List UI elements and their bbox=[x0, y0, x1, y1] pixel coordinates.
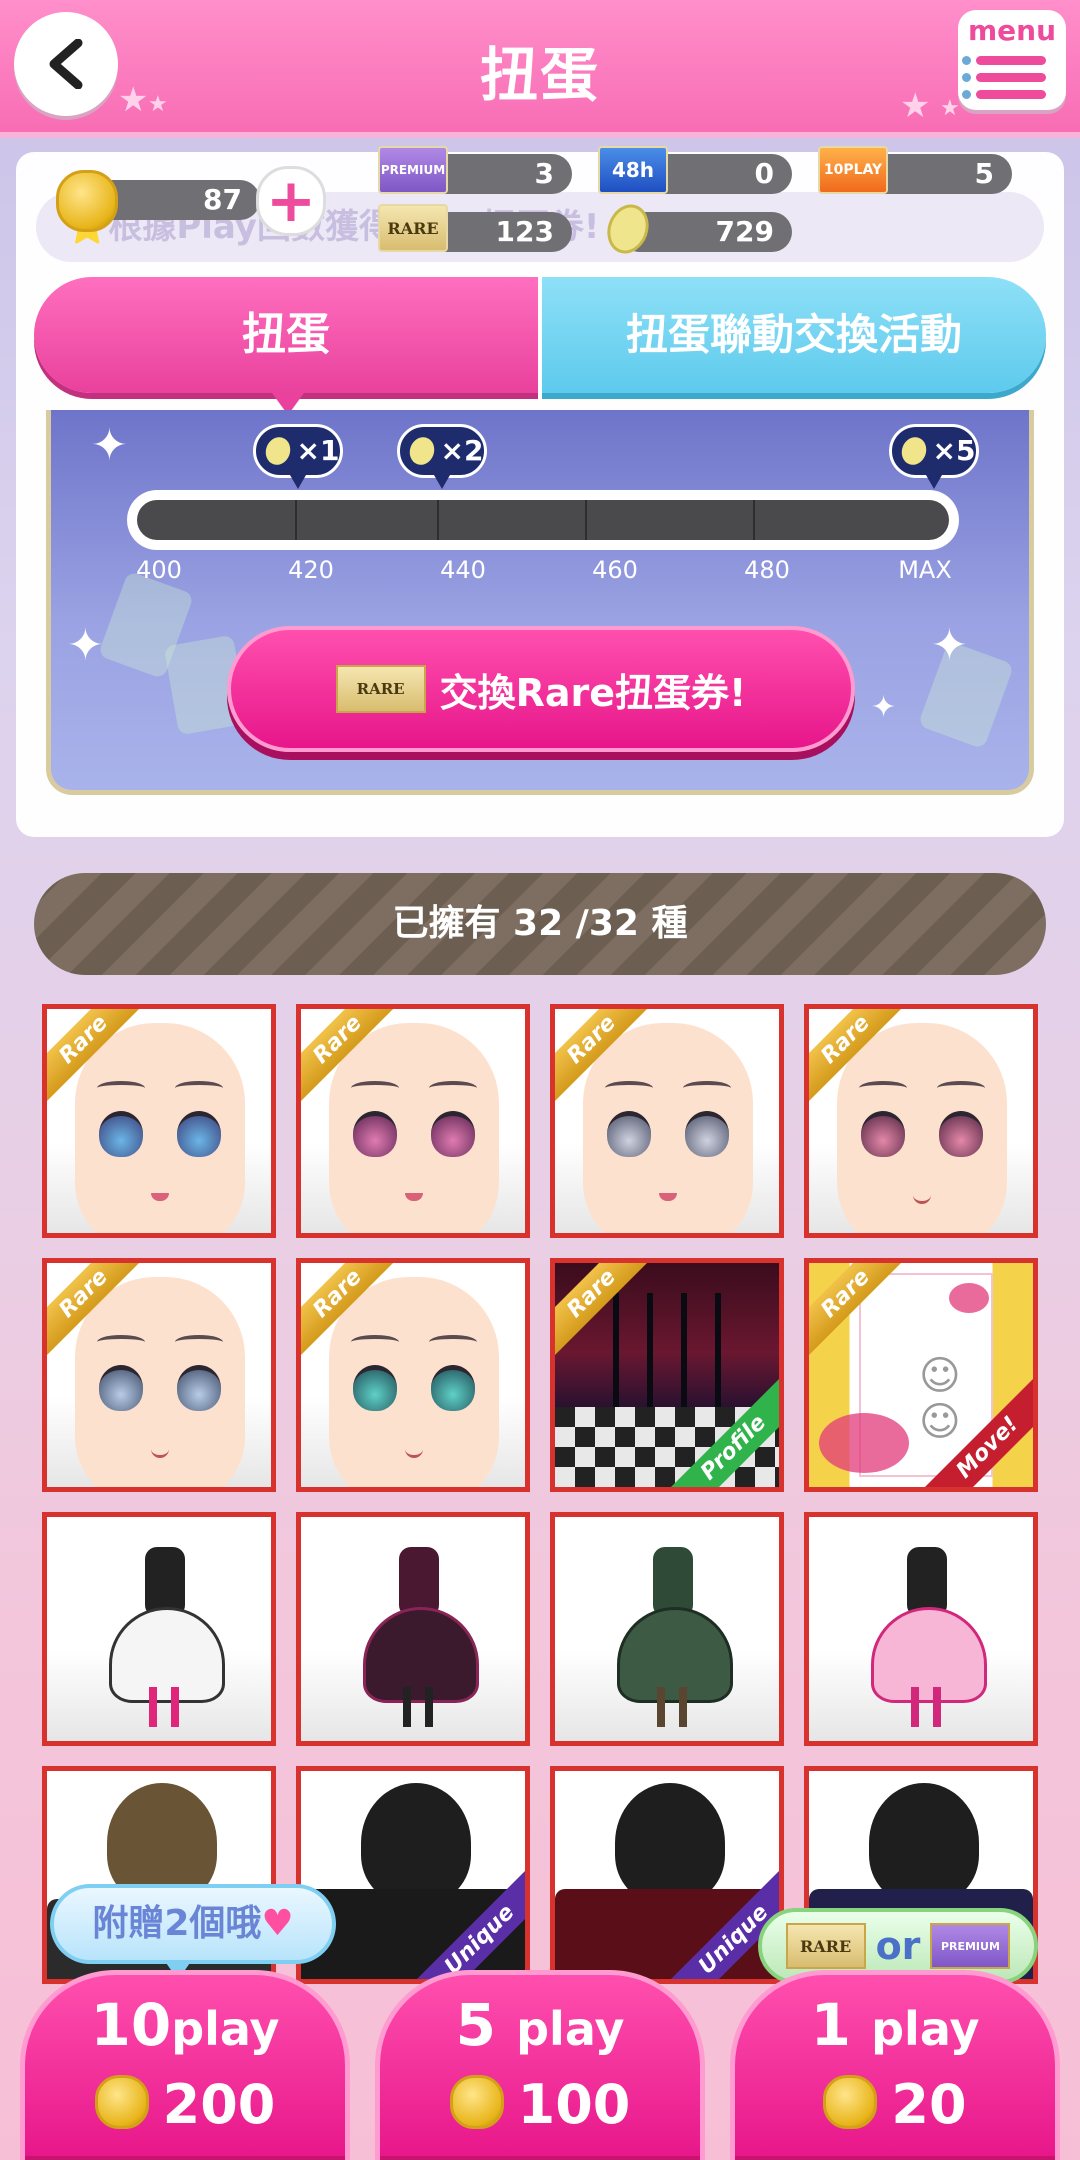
rare-ticket-icon: RARE bbox=[335, 665, 426, 713]
tab-gacha[interactable]: 扭蛋 bbox=[34, 277, 538, 415]
grid-item-outfit[interactable] bbox=[550, 1512, 784, 1746]
tick-label: 400 bbox=[136, 556, 182, 584]
48h-ticket-icon: 48h bbox=[598, 146, 668, 194]
sparkle-icon: ✦ bbox=[931, 620, 968, 671]
grid-item-outfit[interactable] bbox=[296, 1512, 530, 1746]
menu-button[interactable]: menu bbox=[958, 10, 1066, 110]
sparkle-icon: ✦ bbox=[91, 420, 128, 471]
header-bar: ★ ★ ★ ★ 扭蛋 menu bbox=[0, 0, 1080, 138]
play-cost: 200 bbox=[162, 2073, 276, 2136]
page-title: 扭蛋 bbox=[479, 41, 600, 109]
exchange-rare-ticket-button[interactable]: RARE 交換Rare扭蛋券! bbox=[227, 626, 855, 752]
10play-ticket-icon: 10PLAY bbox=[818, 146, 888, 194]
play-count: 1 bbox=[810, 1991, 851, 2059]
play-count: 10 bbox=[90, 1991, 172, 2059]
rare-ticket-icon: RARE bbox=[378, 204, 448, 252]
play-cost: 100 bbox=[517, 2073, 631, 2136]
premium-ticket-icon: PREMIUM bbox=[378, 146, 448, 194]
play-unit: play bbox=[516, 2002, 625, 2056]
grid-item-face[interactable]: Rare bbox=[296, 1004, 530, 1238]
grid-item-face[interactable]: Rare bbox=[42, 1004, 276, 1238]
play-10-button[interactable]: 10play 200 bbox=[20, 1970, 350, 2160]
grid-item-face[interactable]: Rare bbox=[550, 1004, 784, 1238]
coin-icon bbox=[449, 2075, 504, 2129]
play-count: 5 bbox=[455, 1991, 496, 2059]
tick-label: MAX bbox=[898, 556, 952, 584]
play-5-button[interactable]: 5 play 100 bbox=[375, 1970, 705, 2160]
grid-item-outfit[interactable] bbox=[804, 1512, 1038, 1746]
tick-label: 480 bbox=[744, 556, 790, 584]
play-count-progress-bar bbox=[127, 490, 959, 550]
reward-bubble-420: ×1 bbox=[253, 424, 343, 489]
tab-gacha-exchange-event[interactable]: 扭蛋聯動交換活動 bbox=[542, 277, 1046, 393]
tick-label: 420 bbox=[288, 556, 334, 584]
sparkle-icon: ✦ bbox=[871, 690, 897, 725]
premium-ticket-icon: PREMIUM bbox=[930, 1923, 1011, 1969]
hamburger-icon bbox=[962, 56, 1046, 107]
exchange-button-label: 交換Rare扭蛋券! bbox=[439, 670, 747, 715]
play-cost: 20 bbox=[891, 2073, 967, 2136]
rare-ticket-icon: RARE bbox=[785, 1923, 866, 1969]
play-1-button[interactable]: 1 play 20 bbox=[730, 1970, 1060, 2160]
grid-item-face[interactable]: Rare bbox=[42, 1258, 276, 1492]
play-unit: play bbox=[871, 2002, 980, 2056]
grid-item-outfit[interactable]: Unique bbox=[296, 1766, 530, 1984]
coin-icon bbox=[56, 170, 118, 232]
reward-bubble-440: ×2 bbox=[397, 424, 487, 489]
add-coins-button[interactable]: + bbox=[256, 166, 326, 236]
sparkle-icon: ✦ bbox=[67, 620, 104, 671]
owned-count-bar: 已擁有 32 /32 種 bbox=[34, 873, 1046, 975]
or-text: or bbox=[875, 1924, 921, 1968]
heart-icon: ♥ bbox=[261, 1903, 294, 1944]
grid-item-outfit[interactable] bbox=[42, 1512, 276, 1746]
reward-bubble-max: ×5 bbox=[889, 424, 979, 489]
play-count-bonus-box: ✦ ✦ ✦ ✦ ×1 ×2 ×5 400 420 440 460 480 MAX… bbox=[46, 410, 1034, 795]
menu-label: menu bbox=[967, 14, 1057, 47]
tick-label: 440 bbox=[440, 556, 486, 584]
play-unit: play bbox=[171, 2002, 280, 2056]
coin-icon bbox=[823, 2075, 878, 2129]
grid-item-face[interactable]: Rare bbox=[296, 1258, 530, 1492]
bonus-note-bubble: 附贈2個哦♥ bbox=[50, 1884, 336, 1980]
grid-item-outfit[interactable]: Unique bbox=[550, 1766, 784, 1984]
tick-label: 460 bbox=[592, 556, 638, 584]
grid-item-face[interactable]: Rare bbox=[804, 1004, 1038, 1238]
bonus-note-text: 附贈2個哦 bbox=[92, 1903, 262, 1944]
grid-item-move-background[interactable]: ☺☺ Rare Move! bbox=[804, 1258, 1038, 1492]
coin-icon bbox=[94, 2075, 149, 2129]
grid-item-profile-background[interactable]: Rare Profile bbox=[550, 1258, 784, 1492]
